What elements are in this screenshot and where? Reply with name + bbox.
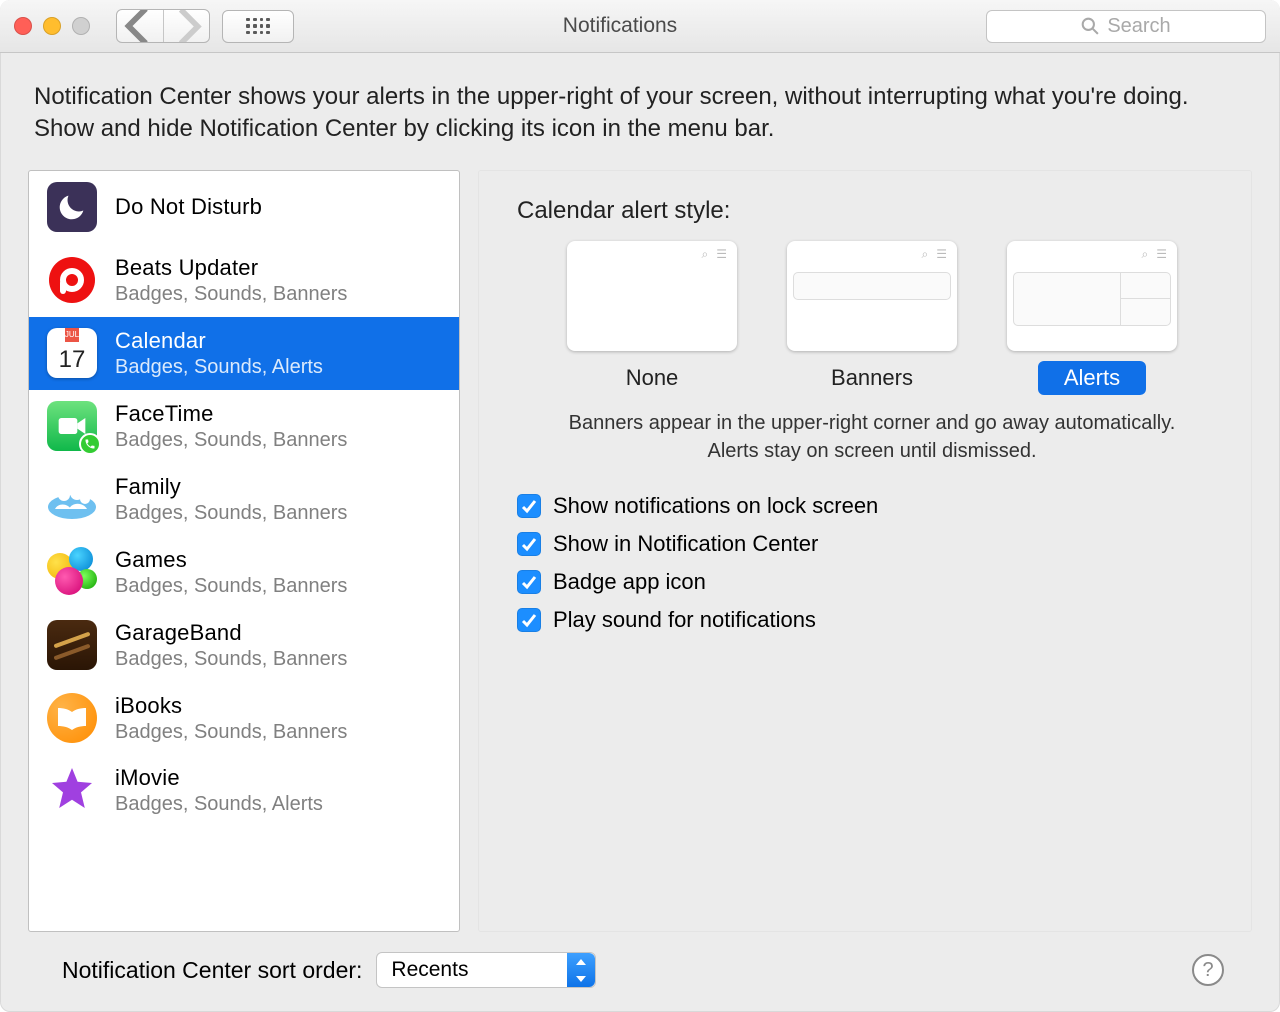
check-label: Show notifications on lock screen	[553, 493, 878, 519]
list-icon: ☰	[1156, 247, 1167, 262]
sidebar-item-beats[interactable]: Beats UpdaterBadges, Sounds, Banners	[29, 244, 459, 317]
preview-none: ⌕☰	[567, 241, 737, 351]
style-label: None	[600, 361, 705, 395]
sidebar-item-calendar[interactable]: JUL17 CalendarBadges, Sounds, Alerts	[29, 317, 459, 390]
alert-style-hint: Banners appear in the upper-right corner…	[547, 409, 1197, 465]
sort-order-select[interactable]: Recents	[376, 952, 596, 988]
sort-order-label: Notification Center sort order:	[62, 957, 362, 984]
search-icon: ⌕	[1142, 247, 1149, 262]
app-sub: Badges, Sounds, Banners	[115, 502, 347, 525]
check-label: Badge app icon	[553, 569, 706, 595]
calendar-icon: JUL17	[47, 328, 97, 378]
app-sub: Badges, Sounds, Banners	[115, 648, 347, 671]
app-list[interactable]: Do Not Disturb Beats UpdaterBadges, Soun…	[28, 170, 460, 932]
search-icon	[1081, 17, 1099, 35]
sidebar-item-garageband[interactable]: GarageBandBadges, Sounds, Banners	[29, 609, 459, 682]
description-text: Notification Center shows your alerts in…	[34, 81, 1246, 146]
check-lock-screen[interactable]: Show notifications on lock screen	[517, 493, 1227, 519]
list-icon: ☰	[936, 247, 947, 262]
footer: Notification Center sort order: Recents …	[28, 932, 1252, 1012]
back-button[interactable]	[117, 10, 163, 42]
preview-alerts: ⌕☰	[1007, 241, 1177, 351]
minimize-button[interactable]	[43, 17, 61, 35]
app-sub: Badges, Sounds, Banners	[115, 429, 347, 452]
sidebar-item-games[interactable]: GamesBadges, Sounds, Banners	[29, 536, 459, 609]
nav-back-forward	[116, 9, 210, 43]
app-sub: Badges, Sounds, Banners	[115, 721, 347, 744]
checkbox-icon	[517, 608, 541, 632]
sidebar-item-imovie[interactable]: iMovieBadges, Sounds, Alerts	[29, 755, 459, 816]
style-option-banners[interactable]: ⌕☰ Banners	[787, 241, 957, 395]
app-sub: Badges, Sounds, Alerts	[115, 356, 323, 379]
app-name: Beats Updater	[115, 255, 347, 281]
app-name: iMovie	[115, 765, 323, 791]
style-option-alerts[interactable]: ⌕☰ Alerts	[1007, 241, 1177, 395]
detail-panel: Calendar alert style: ⌕☰ None ⌕☰ Banners…	[478, 170, 1252, 932]
check-label: Show in Notification Center	[553, 531, 818, 557]
app-name: Calendar	[115, 328, 323, 354]
close-button[interactable]	[14, 17, 32, 35]
search-input[interactable]: Search	[986, 10, 1266, 43]
sidebar-item-dnd[interactable]: Do Not Disturb	[29, 171, 459, 244]
imovie-icon	[47, 765, 97, 815]
show-all-button[interactable]	[222, 10, 294, 43]
games-icon	[47, 547, 97, 597]
style-option-none[interactable]: ⌕☰ None	[567, 241, 737, 395]
app-name: iBooks	[115, 693, 347, 719]
window-controls	[14, 17, 90, 35]
checkbox-icon	[517, 570, 541, 594]
checkbox-icon	[517, 494, 541, 518]
titlebar: Notifications Search	[0, 0, 1280, 53]
check-label: Play sound for notifications	[553, 607, 816, 633]
check-notification-center[interactable]: Show in Notification Center	[517, 531, 1227, 557]
zoom-button[interactable]	[72, 17, 90, 35]
search-placeholder: Search	[1107, 15, 1170, 38]
app-name: Games	[115, 547, 347, 573]
preview-banners: ⌕☰	[787, 241, 957, 351]
alert-style-chooser: ⌕☰ None ⌕☰ Banners ⌕☰ Alerts	[517, 241, 1227, 395]
grid-icon	[246, 18, 270, 34]
app-name: GarageBand	[115, 620, 347, 646]
list-icon: ☰	[716, 247, 727, 262]
notifications-prefs-window: Notifications Search Notification Center…	[0, 0, 1280, 1012]
app-name: FaceTime	[115, 401, 347, 427]
search-icon: ⌕	[922, 247, 929, 262]
check-sound[interactable]: Play sound for notifications	[517, 607, 1227, 633]
moon-icon	[47, 182, 97, 232]
app-sub: Badges, Sounds, Alerts	[115, 793, 323, 816]
check-badge[interactable]: Badge app icon	[517, 569, 1227, 595]
window-title: Notifications	[306, 14, 974, 38]
sidebar-item-facetime[interactable]: FaceTimeBadges, Sounds, Banners	[29, 390, 459, 463]
checkbox-icon	[517, 532, 541, 556]
facetime-icon	[47, 401, 97, 451]
garageband-icon	[47, 620, 97, 670]
app-name: Family	[115, 474, 347, 500]
forward-button[interactable]	[163, 10, 209, 42]
family-icon	[47, 474, 97, 524]
content-area: Notification Center shows your alerts in…	[0, 53, 1280, 1012]
options-list: Show notifications on lock screen Show i…	[517, 493, 1227, 633]
help-button[interactable]: ?	[1192, 954, 1224, 986]
style-label: Banners	[805, 361, 939, 395]
search-icon: ⌕	[702, 247, 709, 262]
body-grid: Do Not Disturb Beats UpdaterBadges, Soun…	[28, 170, 1252, 932]
ibooks-icon	[47, 693, 97, 743]
sort-order-value: Recents	[391, 958, 468, 982]
style-label: Alerts	[1038, 361, 1146, 395]
app-sub: Badges, Sounds, Banners	[115, 575, 347, 598]
sidebar-item-family[interactable]: FamilyBadges, Sounds, Banners	[29, 463, 459, 536]
sidebar-item-ibooks[interactable]: iBooksBadges, Sounds, Banners	[29, 682, 459, 755]
alert-style-heading: Calendar alert style:	[517, 197, 1227, 225]
beats-icon	[47, 255, 97, 305]
app-name: Do Not Disturb	[115, 194, 262, 220]
stepper-icon	[567, 953, 595, 987]
app-sub: Badges, Sounds, Banners	[115, 283, 347, 306]
